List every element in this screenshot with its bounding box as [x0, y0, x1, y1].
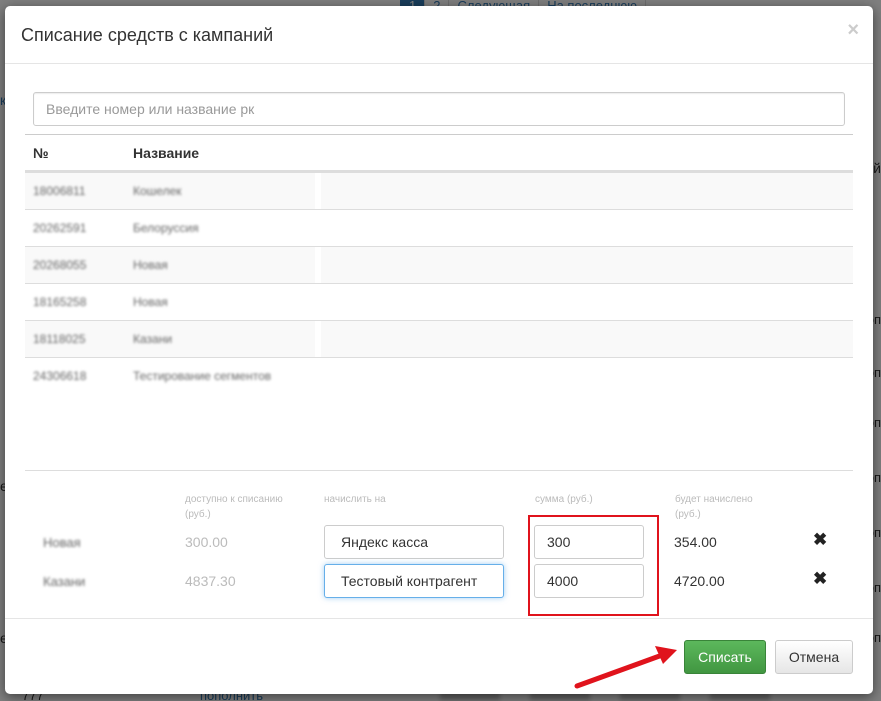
table-header: № Название: [25, 134, 853, 172]
modal-title: Списание средств с кампаний: [21, 25, 274, 45]
row-num: 18006811: [33, 184, 86, 198]
row-gap: [315, 172, 321, 210]
writeoff-available: 4837.30: [185, 573, 236, 589]
row-num: 24306618: [33, 369, 87, 383]
header-name: Название: [133, 144, 200, 161]
modal-header: Списание средств с кампаний ×: [5, 6, 873, 64]
annotation-arrow-icon: [574, 646, 677, 689]
writeoff-budget: 354.00: [674, 534, 717, 550]
row-name: Новая: [133, 295, 168, 309]
table-row[interactable]: 24306618 Тестирование сегментов: [25, 357, 853, 394]
remove-icon[interactable]: ✖: [813, 569, 827, 589]
credit-to-input[interactable]: [324, 564, 504, 598]
writeoff-modal: Списание средств с кампаний × № Название…: [5, 6, 873, 694]
header-num: №: [33, 144, 49, 161]
campaign-search-input[interactable]: [33, 92, 845, 126]
label-credit-to: начислить на: [324, 494, 386, 505]
search-wrapper: [33, 92, 845, 126]
campaign-table: № Название 18006811 Кошелек 20262591 Бел…: [25, 134, 853, 394]
row-name: Казани: [133, 332, 173, 346]
table-row[interactable]: 18118025 Казани: [25, 320, 853, 358]
cancel-button[interactable]: Отмена: [775, 640, 853, 674]
writeoff-campaign-name: Казани: [43, 574, 86, 589]
row-num: 20262591: [33, 221, 87, 235]
credit-to-input[interactable]: [324, 525, 504, 559]
close-icon[interactable]: ×: [847, 20, 859, 40]
modal-footer: Списать Отмена: [5, 618, 873, 694]
table-row[interactable]: 20268055 Новая: [25, 246, 853, 284]
table-row[interactable]: 18165258 Новая: [25, 283, 853, 320]
writeoff-row: Казани 4837.30 4720.00 ✖: [25, 564, 855, 600]
row-name: Кошелек: [133, 184, 182, 198]
writeoff-budget: 4720.00: [674, 573, 725, 589]
row-name: Белоруссия: [133, 221, 199, 235]
label-budget: будет начислено (руб.): [675, 494, 753, 520]
remove-icon[interactable]: ✖: [813, 530, 827, 550]
label-sum: сумма (руб.): [535, 494, 593, 505]
writeoff-available: 300.00: [185, 534, 228, 550]
table-row[interactable]: 18006811 Кошелек: [25, 172, 853, 210]
sum-highlight-box: [528, 515, 659, 616]
row-num: 20268055: [33, 258, 87, 272]
writeoff-row: Новая 300.00 354.00 ✖: [25, 525, 855, 561]
row-num: 18118025: [33, 332, 86, 346]
row-name: Новая: [133, 258, 168, 272]
row-gap: [315, 246, 321, 284]
row-name: Тестирование сегментов: [133, 369, 272, 383]
row-gap: [315, 320, 321, 358]
writeoff-submit-button[interactable]: Списать: [684, 640, 766, 674]
writeoff-campaign-name: Новая: [43, 535, 81, 550]
label-available: доступно к списанию (руб.): [185, 494, 283, 520]
table-row[interactable]: 20262591 Белоруссия: [25, 209, 853, 246]
row-num: 18165258: [33, 295, 87, 309]
section-divider: [25, 470, 853, 471]
